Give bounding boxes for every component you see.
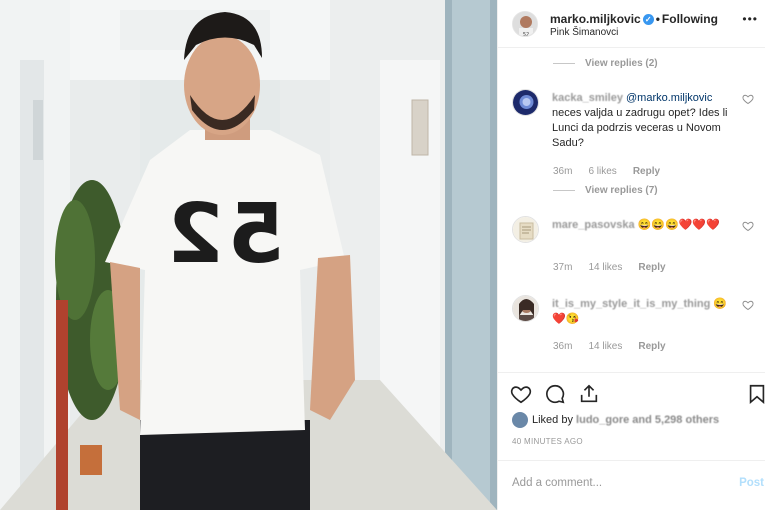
commenter-avatar[interactable] <box>512 216 539 243</box>
heart-icon[interactable] <box>510 383 532 405</box>
comment-like-heart-icon[interactable] <box>742 93 754 105</box>
commenter-avatar[interactable] <box>512 295 539 322</box>
author-username[interactable]: marko.miljkovic <box>550 12 641 26</box>
following-button[interactable]: Following <box>662 12 718 26</box>
comment-like-heart-icon[interactable] <box>742 220 754 232</box>
post-sidebar: 52 marko.miljkovic ✓ • Following Pink Šiman… <box>497 0 765 510</box>
comment-text: it_is_my_style_it_is_my_thing 😄❤️😘 <box>552 297 732 327</box>
post-actions <box>498 372 765 412</box>
author-avatar[interactable]: 52 <box>512 11 538 37</box>
location-link[interactable]: Pink Šimanovci <box>550 27 618 38</box>
view-replies-label: View replies (2) <box>585 58 658 69</box>
comment-time: 36m <box>553 166 573 177</box>
comment-item: it_is_my_style_it_is_my_thing 😄❤️😘 <box>512 295 762 335</box>
liked-by-prefix: Liked by <box>532 413 573 426</box>
liked-by-line: Liked by ludo_gore and 5,298 others <box>512 412 719 428</box>
add-comment-bar: Add a comment... Post <box>498 460 765 510</box>
reply-line <box>553 62 575 64</box>
comment-icon[interactable] <box>544 383 566 405</box>
liker-avatar[interactable] <box>512 412 528 428</box>
reply-button[interactable]: Reply <box>633 166 660 177</box>
comment-time: 37m <box>553 262 573 273</box>
commenter-username[interactable]: kacka_smiley <box>552 92 623 104</box>
comment-body: 😄😄😄❤️❤️❤️ <box>634 219 720 231</box>
commenter-username[interactable]: mare_pasovska <box>552 219 635 231</box>
liked-by-count[interactable]: and 5,298 others <box>632 414 719 426</box>
liker-username[interactable]: ludo_gore <box>576 414 629 426</box>
comment-item: mare_pasovska 😄😄😄❤️❤️❤️ <box>512 216 762 256</box>
author-line: marko.miljkovic ✓ • Following <box>550 12 718 26</box>
comment-likes[interactable]: 6 likes <box>588 166 616 177</box>
comment-body: neces valjda u zadrugu opet? Ides li Lun… <box>552 107 728 149</box>
shirt-number: 52 <box>162 187 285 282</box>
comment-meta: 37m 14 likes Reply <box>553 262 682 273</box>
comment-time: 36m <box>553 341 573 352</box>
post-header: 52 marko.miljkovic ✓ • Following Pink Šiman… <box>498 0 765 48</box>
instagram-post-window: 52 52 marko.miljkovic ✓ • Following Pink Ši… <box>0 0 765 510</box>
reply-button[interactable]: Reply <box>638 341 665 352</box>
post-comment-button[interactable]: Post <box>739 477 764 489</box>
svg-text:52: 52 <box>523 32 529 37</box>
share-icon[interactable] <box>578 383 600 405</box>
more-options-icon[interactable]: ••• <box>742 12 758 26</box>
view-replies-button[interactable]: View replies (2) <box>553 58 658 69</box>
bookmark-icon[interactable] <box>746 383 765 405</box>
reply-button[interactable]: Reply <box>638 262 665 273</box>
comment-text: mare_pasovska 😄😄😄❤️❤️❤️ <box>552 218 732 233</box>
commenter-avatar[interactable] <box>512 89 539 116</box>
comment-meta: 36m 6 likes Reply <box>553 166 676 177</box>
comment-likes[interactable]: 14 likes <box>588 341 622 352</box>
view-replies-label: View replies (7) <box>585 185 658 196</box>
comment-item: kacka_smiley @marko.miljkovic neces valj… <box>512 89 762 159</box>
comment-meta: 36m 14 likes Reply <box>553 341 682 352</box>
verified-badge-icon: ✓ <box>642 14 654 26</box>
comment-likes[interactable]: 14 likes <box>588 262 622 273</box>
add-comment-input[interactable]: Add a comment... <box>512 477 602 489</box>
comment-like-heart-icon[interactable] <box>742 299 754 311</box>
reply-line <box>553 189 575 191</box>
comment-text: kacka_smiley @marko.miljkovic neces valj… <box>552 91 732 151</box>
post-timestamp: 40 MINUTES AGO <box>512 437 583 446</box>
post-photo[interactable]: 52 <box>0 0 497 510</box>
separator-dot: • <box>655 12 660 26</box>
commenter-username[interactable]: it_is_my_style_it_is_my_thing <box>552 298 710 310</box>
mention-link[interactable]: @marko.miljkovic <box>626 92 712 104</box>
view-replies-button[interactable]: View replies (7) <box>553 185 658 196</box>
